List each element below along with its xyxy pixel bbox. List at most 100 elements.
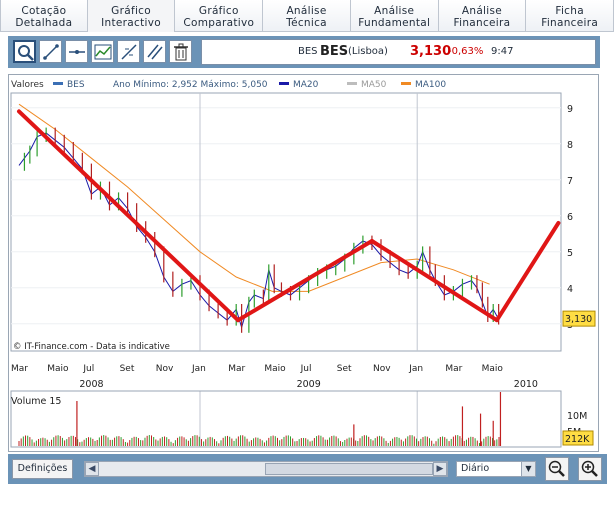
y-tick-label-4: 5 (567, 248, 573, 259)
trendline-icon (43, 44, 59, 60)
quote-market: (Lisboa) (348, 46, 388, 57)
time-scrollbar[interactable]: ◀ ▶ (84, 461, 448, 477)
legend-series-4: MA100 (415, 80, 446, 90)
legend-swatch-3 (347, 82, 357, 85)
quote-ticker: BES (320, 44, 349, 59)
zoom-in-button[interactable] (578, 457, 602, 481)
parallel-lines-tool-button[interactable] (143, 40, 166, 63)
tab-label-line2: Financeira (453, 17, 511, 29)
fibonacci-icon (121, 44, 137, 60)
settings-button[interactable]: Definições (12, 459, 73, 479)
scroll-thumb[interactable] (265, 463, 433, 475)
x-year-label-2: 2010 (514, 379, 538, 390)
tab-label-line2: Detalhada (15, 17, 73, 29)
watermark-text: © IT-Finance.com - Data is indicative (13, 342, 170, 352)
tab-5[interactable]: Análise Financeira (438, 0, 527, 32)
zoom-in-icon (581, 460, 598, 477)
tab-label-line1: Gráfico (198, 5, 239, 17)
tab-label-line2: Financeira (541, 17, 599, 29)
quote-name: BES (298, 46, 318, 57)
tab-label-line1: Análise (374, 5, 415, 17)
trendline-annotation-2[interactable] (369, 239, 499, 323)
tab-label-line2: Comparativo (183, 17, 255, 29)
x-month-label-5: Jan (191, 364, 206, 374)
interval-select[interactable]: Diário ▼ (456, 461, 536, 477)
x-month-label-0: Mar (11, 364, 28, 374)
x-month-label-10: Nov (373, 364, 391, 374)
chart-toolbar: BES BES (Lisboa) 3,130 -0,63% 9:47 (8, 36, 600, 68)
tab-0[interactable]: Cotação Detalhada (0, 0, 88, 32)
trendline-tool-button[interactable] (39, 40, 62, 63)
legend-series-1: Ano Mínimo: 2,952 Máximo: 5,050 (113, 80, 268, 90)
x-month-label-6: Mar (228, 364, 245, 374)
legend-swatch-0 (53, 82, 63, 85)
y-tick-label-0: 9 (567, 104, 573, 115)
tab-label-line2: Fundamental (358, 17, 431, 29)
legend-series-3: MA50 (361, 80, 387, 90)
chart-bottom-bar: Definições ◀ ▶ Diário ▼ (8, 454, 607, 484)
x-month-label-4: Nov (156, 364, 174, 374)
indicator-tool-button[interactable] (91, 40, 114, 63)
horizontal-line-tool-button[interactable] (65, 40, 88, 63)
x-month-label-8: Jul (300, 364, 312, 374)
zoom-tool-button[interactable] (13, 40, 36, 63)
chart-frame: Valores BES Ano Mínimo: 2,952 Máximo: 5,05… (8, 74, 599, 452)
x-month-label-2: Jul (82, 364, 94, 374)
x-month-label-9: Set (337, 364, 352, 374)
tab-1[interactable]: Gráfico Interactivo (87, 0, 176, 32)
zoom-icon (18, 45, 34, 61)
x-month-label-13: Maio (482, 364, 504, 374)
tab-bar: Cotação Detalhada Gráfico Interactivo Gráfic… (0, 0, 614, 32)
trendline-annotation-3[interactable] (494, 221, 561, 323)
fibonacci-tool-button[interactable] (117, 40, 140, 63)
tab-4[interactable]: Análise Fundamental (350, 0, 439, 32)
price-chart[interactable]: Valores BES Ano Mínimo: 2,952 Máximo: 5,05… (9, 75, 600, 453)
x-month-label-1: Maio (47, 364, 69, 374)
tab-label-line2: Técnica (286, 17, 327, 29)
legend-swatch-2 (279, 82, 289, 85)
x-month-label-11: Jan (408, 364, 423, 374)
delete-tool-button[interactable] (169, 40, 192, 63)
quote-price: 3,130 (410, 44, 452, 59)
x-month-label-7: Maio (264, 364, 286, 374)
tab-2[interactable]: Gráfico Comparativo (175, 0, 264, 32)
quote-time: 9:47 (491, 46, 514, 57)
y-tick-label-2: 7 (567, 176, 573, 187)
tab-label-line2: Interactivo (101, 17, 161, 29)
legend-series-0: BES (67, 80, 85, 90)
interval-value: Diário (461, 463, 490, 474)
plot-area (10, 92, 562, 352)
horizontal-line-icon (69, 50, 85, 54)
zoom-out-button[interactable] (545, 457, 569, 481)
volume-label: Volume 15 (11, 396, 61, 407)
tab-label-line1: Ficha (555, 5, 584, 17)
scroll-right-icon[interactable]: ▶ (433, 462, 447, 476)
y-tick-label-5: 4 (567, 284, 573, 295)
tab-3[interactable]: Análise Técnica (263, 0, 351, 32)
zoom-out-icon (548, 460, 565, 477)
ma100-series (18, 103, 490, 292)
trash-icon (174, 43, 188, 61)
legend-label: Valores (11, 80, 44, 90)
price-tag-label: 3,130 (565, 314, 592, 325)
indicator-icon (94, 44, 112, 60)
tab-label-line1: Análise (286, 5, 327, 17)
parallel-lines-icon (147, 44, 163, 60)
volume-tag-label: 212K (565, 434, 590, 445)
y-tick-label-1: 8 (567, 140, 573, 151)
x-month-label-12: Mar (445, 364, 462, 374)
quote-box: BES BES (Lisboa) 3,130 -0,63% 9:47 (201, 39, 596, 65)
ma20-series (18, 132, 500, 330)
volume-tick-label-0: 10M (567, 411, 587, 422)
legend-series-2: MA20 (293, 80, 319, 90)
tab-6[interactable]: Ficha Financeira (526, 0, 614, 32)
x-year-label-1: 2009 (297, 379, 321, 390)
tab-label-line1: Análise (461, 5, 503, 17)
y-tick-label-3: 6 (567, 212, 573, 223)
x-year-label-0: 2008 (79, 379, 103, 390)
scroll-left-icon[interactable]: ◀ (85, 462, 99, 476)
trendline-annotation-1[interactable] (236, 239, 374, 323)
chevron-down-icon: ▼ (521, 462, 535, 476)
x-month-label-3: Set (120, 364, 135, 374)
tab-label-line1: Cotação (21, 5, 67, 17)
